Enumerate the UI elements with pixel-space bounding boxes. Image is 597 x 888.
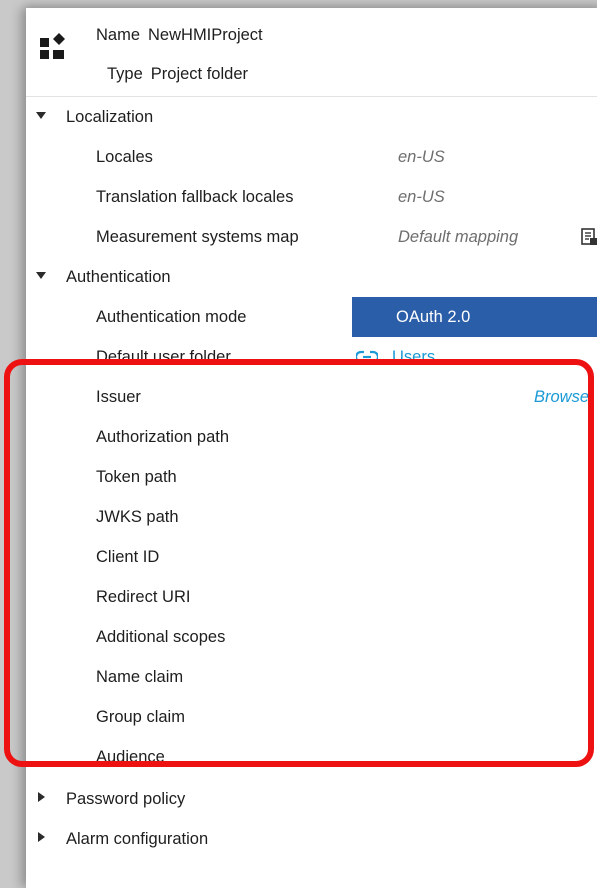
property-measurement-systems[interactable]: Measurement systems map Default mapping (26, 217, 597, 257)
property-label: Measurement systems map (96, 228, 299, 246)
property-label: Token path (96, 468, 177, 486)
section-label: Password policy (66, 790, 186, 808)
property-value[interactable]: Default mapping (398, 229, 518, 246)
property-label: Authorization path (96, 428, 230, 446)
property-label: Audience (96, 748, 165, 766)
property-audience[interactable]: Audience (26, 737, 597, 777)
property-label: Redirect URI (96, 588, 191, 606)
property-label: Locales (96, 148, 153, 166)
type-value: Project folder (150, 65, 248, 83)
name-key: Name (96, 26, 141, 44)
property-translation-fallback[interactable]: Translation fallback locales en-US (26, 177, 597, 217)
property-label: Authentication mode (96, 308, 247, 326)
authentication-mode-dropdown[interactable]: OAuth 2.0 (352, 297, 597, 337)
header-name: Name NewHMIProject (96, 26, 263, 45)
property-name-claim[interactable]: Name claim (26, 657, 597, 697)
collapsed-caret-icon[interactable] (38, 792, 45, 802)
property-locales[interactable]: Locales en-US (26, 137, 597, 177)
section-localization[interactable]: Localization (26, 97, 597, 137)
name-value: NewHMIProject (148, 26, 263, 44)
property-value[interactable]: en-US (398, 149, 445, 166)
section-authentication[interactable]: Authentication (26, 257, 597, 297)
section-label: Authentication (66, 268, 171, 286)
property-label: Default user folder (96, 348, 231, 366)
property-label: Translation fallback locales (96, 188, 294, 206)
browse-link[interactable]: Browse (534, 389, 589, 406)
property-authorization-path[interactable]: Authorization path (26, 417, 597, 457)
document-list-icon[interactable] (580, 228, 597, 246)
section-alarm-configuration[interactable]: Alarm configuration (26, 819, 597, 859)
property-label: Group claim (96, 708, 185, 726)
property-label: Client ID (96, 548, 160, 566)
properties-panel: Name NewHMIProject Type Project folder Loc… (26, 8, 597, 888)
collapsed-caret-icon[interactable] (38, 832, 45, 842)
property-redirect-uri[interactable]: Redirect URI (26, 577, 597, 617)
project-folder-icon (40, 33, 65, 59)
property-label: Issuer (96, 388, 141, 406)
property-authentication-mode[interactable]: Authentication mode OAuth 2.0 (26, 297, 597, 337)
expanded-caret-icon[interactable] (36, 112, 46, 119)
section-label: Alarm configuration (66, 830, 209, 848)
property-label: Additional scopes (96, 628, 226, 646)
property-additional-scopes[interactable]: Additional scopes (26, 617, 597, 657)
type-key: Type (107, 65, 143, 83)
header-type: Type Project folder (96, 65, 248, 84)
property-issuer[interactable]: Issuer Browse (26, 377, 597, 417)
dropdown-selected-value: OAuth 2.0 (396, 308, 471, 326)
user-folder-value: Users (392, 348, 436, 366)
property-label: JWKS path (96, 508, 179, 526)
property-client-id[interactable]: Client ID (26, 537, 597, 577)
property-jwks-path[interactable]: JWKS path (26, 497, 597, 537)
property-label: Name claim (96, 668, 184, 686)
expanded-caret-icon[interactable] (36, 272, 46, 279)
property-default-user-folder[interactable]: Default user folder Users (26, 337, 597, 377)
property-group-claim[interactable]: Group claim (26, 697, 597, 737)
section-label: Localization (66, 108, 154, 126)
property-value[interactable]: en-US (398, 189, 445, 206)
link-icon (356, 350, 378, 364)
property-token-path[interactable]: Token path (26, 457, 597, 497)
section-password-policy[interactable]: Password policy (26, 779, 597, 819)
